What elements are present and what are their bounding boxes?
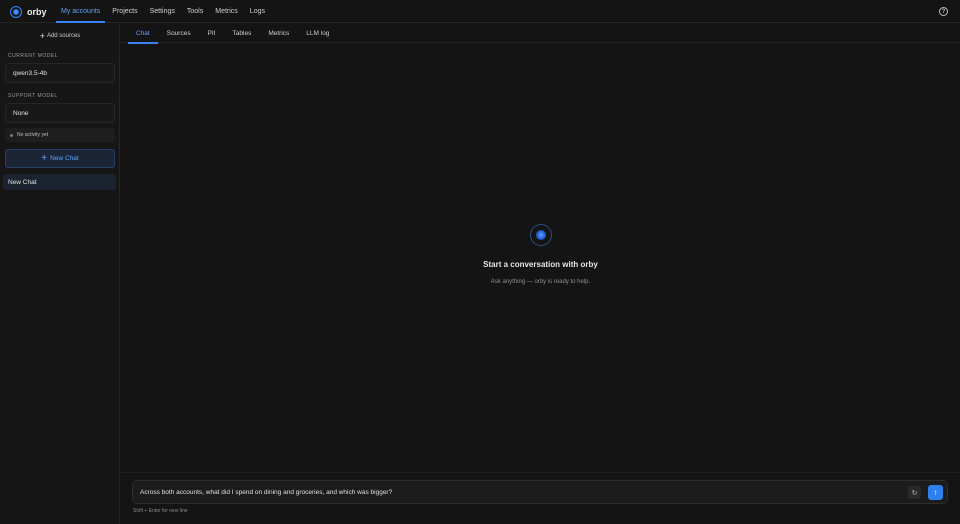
message-input[interactable]: Across both accounts, what did I spend o… — [132, 480, 948, 504]
tab-llm-log[interactable]: LLM log — [298, 24, 337, 43]
tab-tables[interactable]: Tables — [225, 24, 260, 43]
brand-name: orby — [27, 6, 47, 17]
activity-text: No activity yet — [17, 132, 49, 138]
orb-icon — [529, 224, 552, 246]
tab-bar: Chat Sources PII Tables Metrics LLM log — [121, 24, 960, 44]
main-panel: Chat Sources PII Tables Metrics LLM log … — [121, 24, 960, 524]
current-model-select[interactable]: qwen3.5-4b — [5, 63, 115, 83]
empty-state: Start a conversation with orby Ask anyth… — [121, 224, 960, 285]
sidebar: + Add sources CURRENT MODEL qwen3.5-4b S… — [0, 24, 120, 524]
tab-sources[interactable]: Sources — [159, 24, 199, 43]
add-sources-label: Add sources — [46, 33, 81, 39]
nav-metrics[interactable]: Metrics — [210, 0, 243, 23]
composer-hint: Shift + Enter for new line — [133, 508, 188, 514]
activity-status: No activity yet — [5, 128, 115, 142]
nav-projects[interactable]: Projects — [107, 0, 142, 23]
support-model-label: SUPPORT MODEL — [8, 93, 58, 99]
tab-pii[interactable]: PII — [200, 24, 224, 43]
nav-settings[interactable]: Settings — [145, 0, 180, 23]
main-nav: My accounts Projects Settings Tools Metr… — [56, 0, 272, 23]
brand[interactable]: orby — [10, 5, 47, 18]
status-dot-icon — [10, 133, 13, 137]
empty-state-title: Start a conversation with orby — [483, 260, 598, 269]
tab-chat[interactable]: Chat — [128, 24, 158, 44]
orby-logo-icon — [10, 5, 22, 18]
nav-tools[interactable]: Tools — [182, 0, 208, 23]
add-sources-button[interactable]: + Add sources — [0, 30, 120, 42]
empty-state-subtitle: Ask anything — orby is ready to help. — [490, 279, 591, 285]
nav-logs[interactable]: Logs — [245, 0, 270, 23]
composer-area: Across both accounts, what did I spend o… — [121, 472, 960, 524]
help-icon[interactable]: ? — [939, 7, 948, 16]
support-model-select[interactable]: None — [5, 103, 115, 123]
new-chat-button[interactable]: + New Chat — [5, 149, 115, 168]
top-bar: orby My accounts Projects Settings Tools… — [0, 0, 960, 23]
chat-list-item[interactable]: New Chat — [3, 174, 116, 190]
tab-metrics[interactable]: Metrics — [260, 24, 297, 43]
plus-icon: + — [39, 31, 45, 41]
plus-icon: + — [41, 153, 48, 164]
nav-my-accounts[interactable]: My accounts — [56, 0, 106, 23]
send-button[interactable]: ↑ — [928, 485, 943, 500]
message-input-text[interactable]: Across both accounts, what did I spend o… — [140, 481, 392, 503]
new-chat-label: New Chat — [50, 155, 79, 162]
refresh-icon[interactable]: ↻ — [908, 486, 921, 499]
current-model-label: CURRENT MODEL — [8, 53, 59, 59]
